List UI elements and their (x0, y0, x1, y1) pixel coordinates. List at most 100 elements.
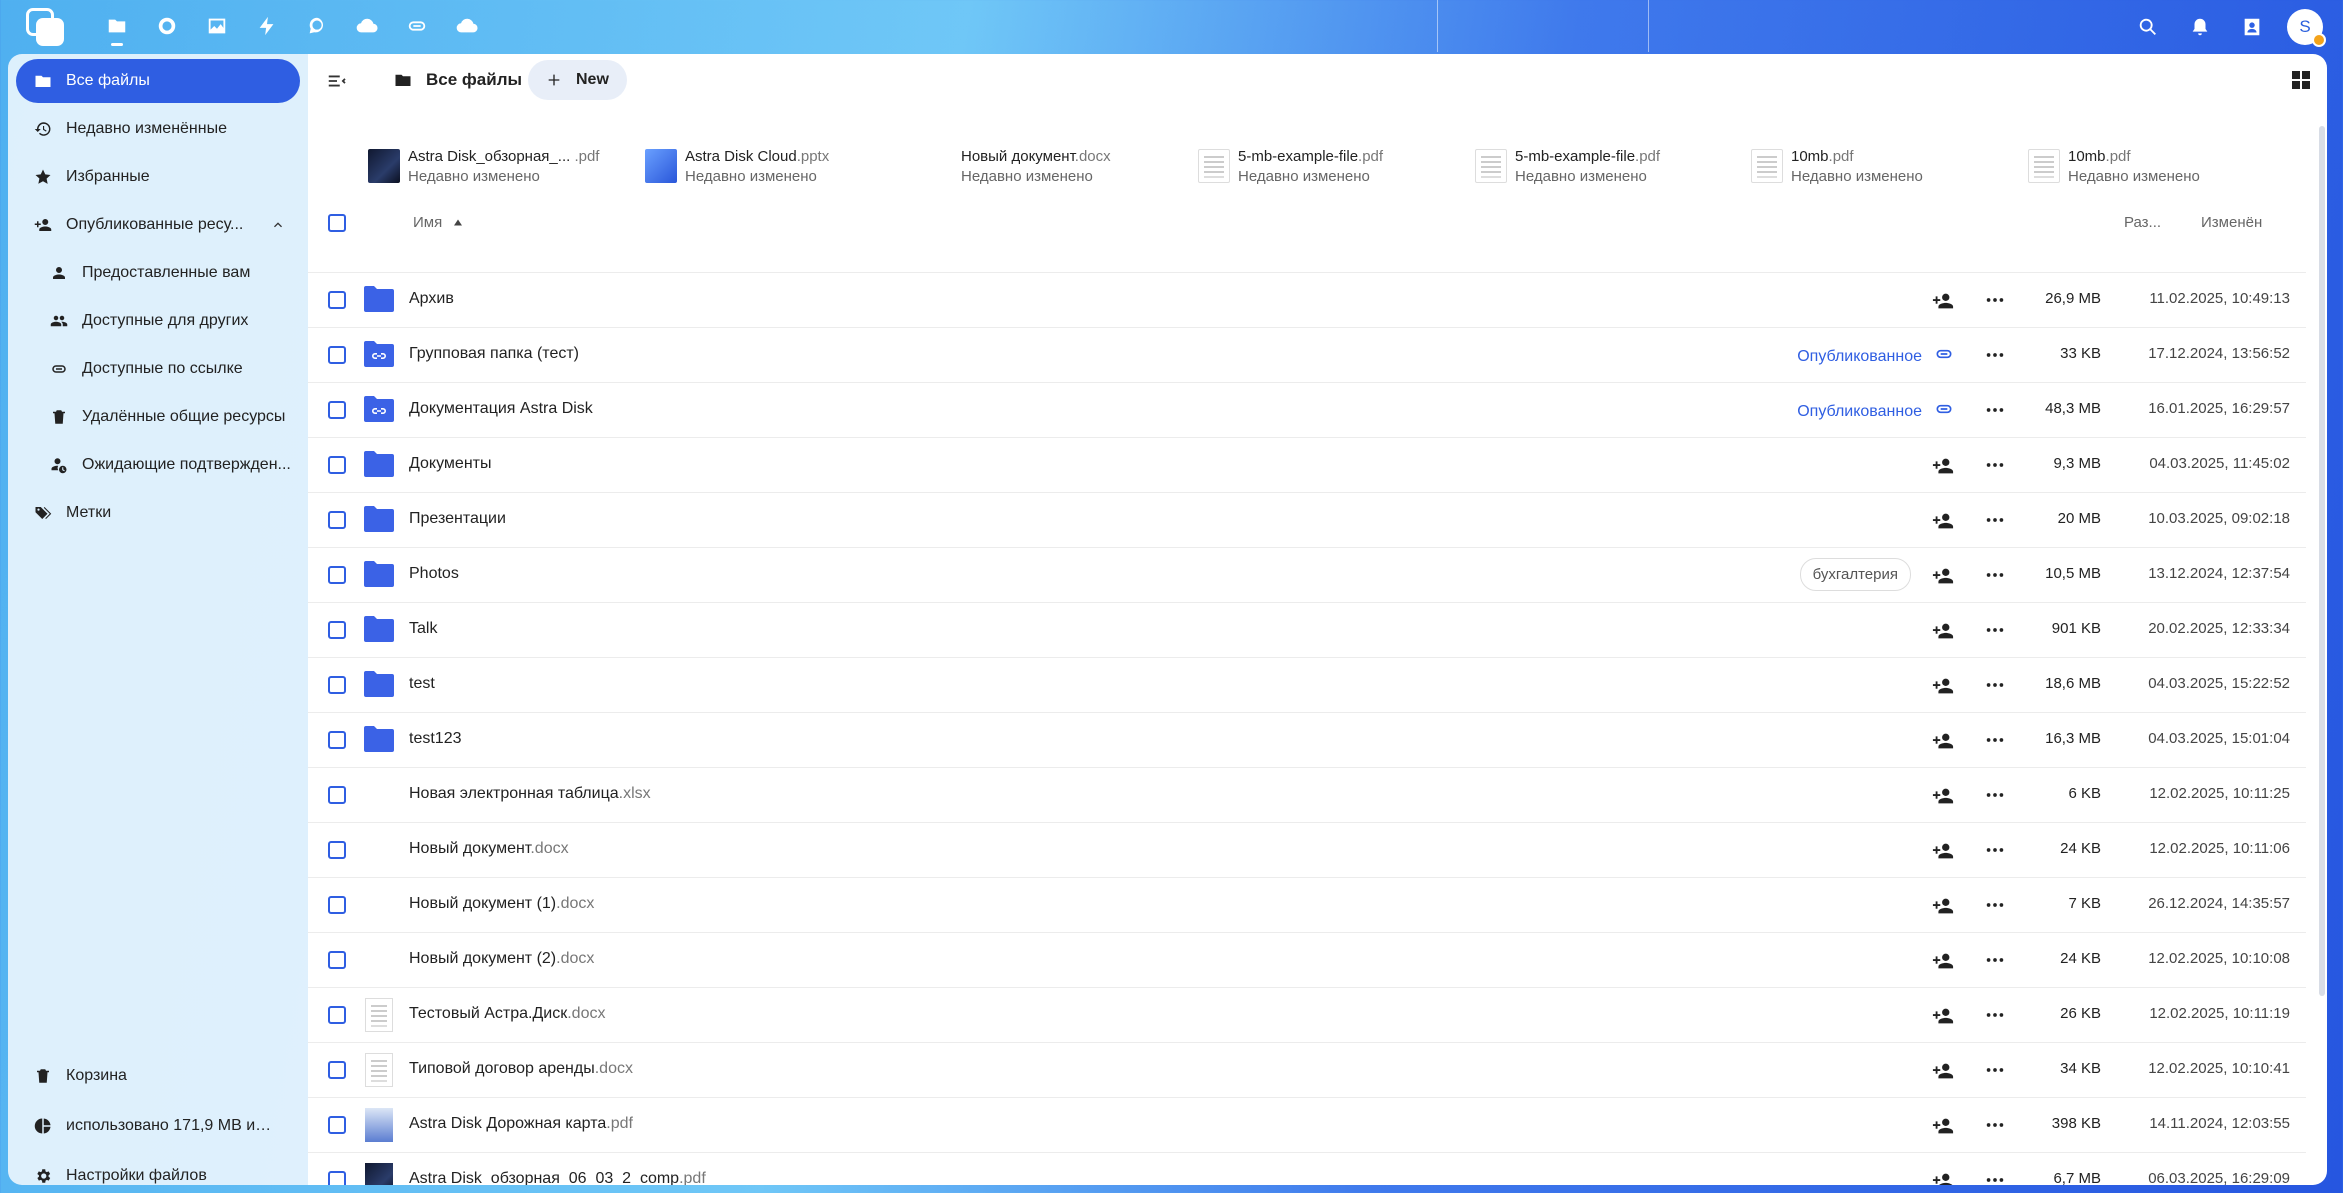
more-actions-icon[interactable] (1984, 839, 2006, 861)
share-icon[interactable] (1932, 1115, 1954, 1137)
share-icon[interactable] (1932, 1005, 1954, 1027)
circle-app-icon[interactable] (150, 10, 184, 42)
file-name[interactable]: Документы (409, 455, 491, 473)
row-checkbox[interactable] (328, 1061, 346, 1079)
contacts-icon[interactable] (2235, 10, 2269, 44)
more-actions-icon[interactable] (1984, 509, 2006, 531)
table-row[interactable]: Документы 9,3 MB 04.03.2025, 11:45:02 (308, 437, 2306, 492)
link-app-icon[interactable] (400, 10, 434, 42)
sidebar-item-all-files[interactable]: Все файлы (16, 59, 300, 103)
row-checkbox[interactable] (328, 841, 346, 859)
new-button[interactable]: New (528, 60, 627, 100)
table-row[interactable]: Групповая папка (тест) Опубликованное 33 K… (308, 327, 2306, 382)
more-actions-icon[interactable] (1984, 674, 2006, 696)
file-name[interactable]: Talk (409, 620, 437, 638)
file-name[interactable]: test123 (409, 730, 461, 748)
table-row[interactable]: Тестовый Астра.Диск.docx 26 KB 12.02.2025,… (308, 987, 2306, 1042)
row-checkbox[interactable] (328, 1006, 346, 1024)
row-checkbox[interactable] (328, 456, 346, 474)
user-avatar[interactable]: S (2287, 9, 2326, 47)
sidebar-item-shared-by-link[interactable]: Доступные по ссылке (16, 347, 300, 391)
share-icon[interactable] (1932, 510, 1954, 532)
more-actions-icon[interactable] (1984, 1004, 2006, 1026)
select-all-checkbox[interactable] (328, 214, 346, 232)
more-actions-icon[interactable] (1984, 1169, 2006, 1185)
file-name[interactable]: Новая электронная таблица.xlsx (409, 785, 651, 803)
more-actions-icon[interactable] (1984, 564, 2006, 586)
cloud-storage-app-icon[interactable] (450, 10, 484, 42)
row-checkbox[interactable] (328, 896, 346, 914)
share-icon[interactable] (1932, 895, 1954, 917)
more-actions-icon[interactable] (1984, 894, 2006, 916)
photos-app-icon[interactable] (200, 10, 234, 42)
recent-file-card[interactable]: Новый документ.docx Недавно изменено (921, 144, 1111, 188)
sort-by-name-header[interactable]: Имя (413, 214, 464, 231)
more-actions-icon[interactable] (1984, 949, 2006, 971)
table-row[interactable]: Типовой договор аренды.docx 34 KB 12.02.20… (308, 1042, 2306, 1097)
file-name[interactable]: Astra Disk_обзорная_06_03_2_comp.pdf (409, 1170, 706, 1185)
file-name[interactable]: Новый документ (2).docx (409, 950, 594, 968)
sidebar-item-tags[interactable]: Метки (16, 491, 300, 535)
row-checkbox[interactable] (328, 566, 346, 584)
table-row[interactable]: Новый документ (2).docx 24 KB 12.02.2025, … (308, 932, 2306, 987)
table-row[interactable]: Новый документ.docx 24 KB 12.02.2025, 10:1… (308, 822, 2306, 877)
sidebar-item-shared-with-others[interactable]: Доступные для других (16, 299, 300, 343)
share-icon[interactable] (1932, 840, 1954, 862)
more-actions-icon[interactable] (1984, 289, 2006, 311)
more-actions-icon[interactable] (1984, 344, 2006, 366)
table-row[interactable]: Документация Astra Disk Опубликованное 48,… (308, 382, 2306, 437)
notifications-bell-icon[interactable] (2183, 10, 2217, 44)
recent-file-card[interactable]: Astra Disk Cloud.pptx Недавно изменено (645, 144, 829, 188)
more-actions-icon[interactable] (1984, 454, 2006, 476)
share-icon[interactable] (1932, 620, 1954, 642)
file-name[interactable]: Photos (409, 565, 459, 583)
published-share-link[interactable]: Опубликованное (1797, 399, 1954, 424)
sidebar-item-shares[interactable]: Опубликованные ресу... (16, 203, 300, 247)
table-row[interactable]: test123 16,3 MB 04.03.2025, 15:01:04 (308, 712, 2306, 767)
table-row[interactable]: Новая электронная таблица.xlsx 6 KB 12.02.… (308, 767, 2306, 822)
more-actions-icon[interactable] (1984, 619, 2006, 641)
published-share-link[interactable]: Опубликованное (1797, 344, 1954, 369)
more-actions-icon[interactable] (1984, 1059, 2006, 1081)
share-icon[interactable] (1932, 565, 1954, 587)
row-checkbox[interactable] (328, 1116, 346, 1134)
table-row[interactable]: Архив 26,9 MB 11.02.2025, 10:49:13 (308, 272, 2306, 327)
row-checkbox[interactable] (328, 291, 346, 309)
table-row[interactable]: test 18,6 MB 04.03.2025, 15:22:52 (308, 657, 2306, 712)
sidebar-item-quota[interactable]: использовано 171,9 MB из 1... (16, 1104, 300, 1148)
file-name[interactable]: Документация Astra Disk (409, 400, 593, 418)
recent-file-card[interactable]: 10mb.pdf Недавно изменено (2028, 144, 2200, 188)
table-row[interactable]: Talk 901 KB 20.02.2025, 12:33:34 (308, 602, 2306, 657)
grid-view-icon[interactable] (2289, 68, 2315, 94)
talk-app-icon[interactable] (300, 10, 334, 42)
share-icon[interactable] (1932, 785, 1954, 807)
more-actions-icon[interactable] (1984, 399, 2006, 421)
sidebar-item-settings[interactable]: Настройки файлов (16, 1154, 300, 1193)
recent-file-card[interactable]: Astra Disk_обзорная_... .pdf Недавно изме… (368, 144, 599, 188)
recent-file-card[interactable]: 5-mb-example-file.pdf Недавно изменено (1475, 144, 1660, 188)
chevron-up-icon[interactable] (270, 217, 286, 233)
file-name[interactable]: Новый документ.docx (409, 840, 569, 858)
sidebar-item-favorites[interactable]: Избранные (16, 155, 300, 199)
row-checkbox[interactable] (328, 951, 346, 969)
row-checkbox[interactable] (328, 676, 346, 694)
share-icon[interactable] (1932, 1060, 1954, 1082)
search-icon[interactable] (2131, 10, 2165, 44)
row-checkbox[interactable] (328, 346, 346, 364)
share-icon[interactable] (1932, 675, 1954, 697)
share-icon[interactable] (1932, 950, 1954, 972)
more-actions-icon[interactable] (1984, 729, 2006, 751)
row-checkbox[interactable] (328, 731, 346, 749)
toggle-navigation-icon[interactable] (326, 70, 350, 94)
row-checkbox[interactable] (328, 401, 346, 419)
file-tag-badge[interactable]: бухгалтерия (1799, 558, 1911, 591)
row-checkbox[interactable] (328, 511, 346, 529)
sort-by-size-header[interactable]: Раз... (2124, 214, 2161, 231)
sidebar-item-recent[interactable]: Недавно изменённые (16, 107, 300, 151)
table-row[interactable]: Новый документ (1).docx 7 KB 26.12.2024, 1… (308, 877, 2306, 932)
file-name[interactable]: Типовой договор аренды.docx (409, 1060, 633, 1078)
sidebar-item-shared-with-you[interactable]: Предоставленные вам (16, 251, 300, 295)
table-row[interactable]: Презентации 20 MB 10.03.2025, 09:02:18 (308, 492, 2306, 547)
more-actions-icon[interactable] (1984, 1114, 2006, 1136)
cloud-app-icon[interactable] (350, 10, 384, 42)
